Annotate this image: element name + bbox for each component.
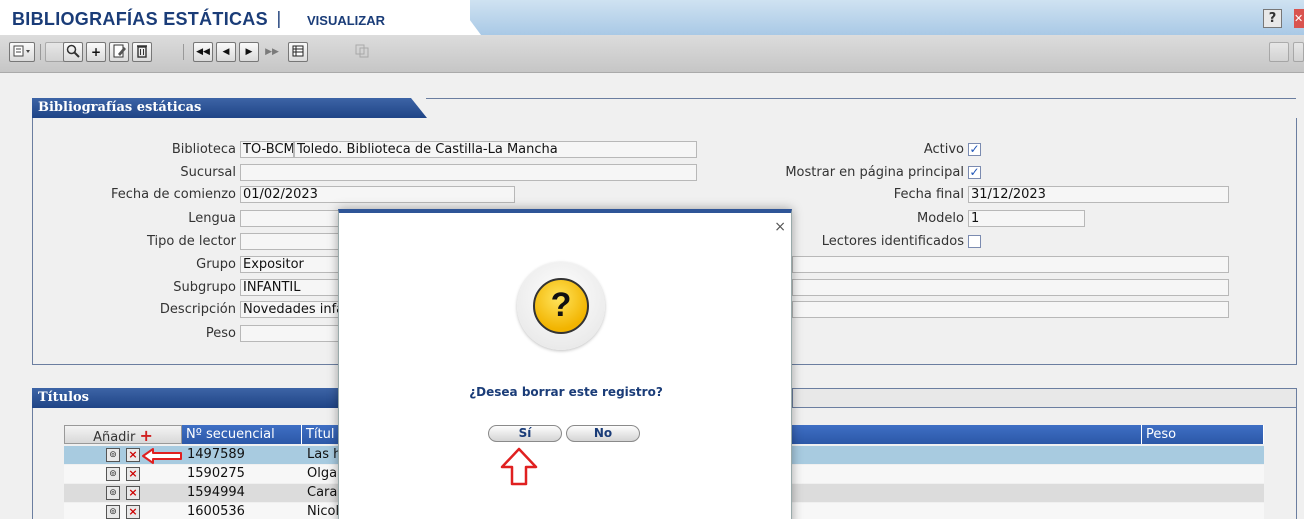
tipo-lector-field[interactable] — [240, 233, 340, 250]
app-header: BIBLIOGRAFÍAS ESTÁTICAS | VISUALIZAR ? ✕ — [0, 0, 1304, 35]
header-decoration — [455, 0, 1304, 35]
column-header-secuencial[interactable]: Nº secuencial — [182, 425, 302, 444]
row-secuencial: 1590275 — [187, 466, 245, 481]
edit-icon[interactable] — [109, 42, 129, 62]
dialog-message: ¿Desea borrar este registro? — [469, 385, 663, 399]
label-descripcion: Descripción — [159, 302, 236, 317]
biblioteca-code-field[interactable]: TO-BCM — [240, 141, 294, 158]
grid-view-icon[interactable] — [288, 42, 308, 62]
question-mark-glyph: ? — [533, 278, 589, 334]
window-close-button[interactable]: ✕ — [1294, 9, 1304, 28]
add-plus-icon[interactable]: + — [140, 426, 153, 445]
mostrar-pagina-checkbox[interactable]: ✓ — [968, 166, 981, 179]
row-secuencial: 1600536 — [187, 504, 245, 519]
title-area: BIBLIOGRAFÍAS ESTÁTICAS | VISUALIZAR — [0, 0, 470, 35]
add-column-header[interactable]: Añadir + — [64, 425, 182, 445]
delete-row-icon[interactable]: × — [126, 505, 140, 519]
annotation-arrow-up-icon — [500, 447, 538, 486]
extra-icon — [1293, 42, 1304, 62]
no-button[interactable]: No — [566, 425, 640, 442]
panel-title-bibliografias: Bibliografías estáticas — [32, 98, 427, 118]
label-lengua: Lengua — [188, 211, 236, 226]
row-secuencial: 1594994 — [187, 485, 245, 500]
titulos-header-bar — [792, 388, 1297, 408]
delete-icon[interactable] — [132, 42, 152, 62]
fecha-comienzo-field[interactable]: 01/02/2023 — [240, 186, 515, 203]
label-grupo: Grupo — [196, 257, 236, 272]
label-activo: Activo — [923, 142, 964, 157]
peso-field[interactable] — [240, 325, 340, 342]
search-icon[interactable] — [63, 42, 83, 62]
blank-button — [45, 42, 65, 62]
label-mostrar-pagina: Mostrar en página principal — [785, 165, 964, 180]
subgrupo-field[interactable]: INFANTIL — [240, 279, 340, 296]
help-button[interactable]: ? — [1263, 9, 1282, 28]
lengua-field[interactable] — [240, 210, 340, 227]
subgrupo-extra-field[interactable] — [792, 279, 1229, 296]
toolbar: + ◀◀ ◀ ▶ ▶▶ — [0, 35, 1304, 73]
view-link-icon[interactable]: ⊚ — [106, 505, 120, 519]
page-mode: VISUALIZAR — [307, 13, 385, 28]
row-secuencial: 1497589 — [187, 447, 245, 462]
delete-row-icon[interactable]: × — [126, 448, 140, 462]
fecha-final-field[interactable]: 31/12/2023 — [968, 186, 1229, 203]
lectores-identificados-checkbox[interactable] — [968, 235, 981, 248]
label-modelo: Modelo — [917, 211, 964, 226]
label-peso: Peso — [205, 326, 236, 341]
export-icon — [1269, 42, 1289, 62]
label-lectores-identificados: Lectores identificados — [821, 234, 964, 249]
biblioteca-name-field[interactable]: Toledo. Biblioteca de Castilla-La Mancha — [294, 141, 697, 158]
first-record-icon[interactable]: ◀◀ — [193, 42, 213, 62]
sucursal-field[interactable] — [240, 164, 697, 181]
add-icon[interactable]: + — [86, 42, 106, 62]
dialog-close-icon[interactable]: × — [774, 219, 786, 235]
label-sucursal: Sucursal — [180, 165, 236, 180]
modelo-field[interactable]: 1 — [968, 210, 1085, 227]
label-tipo-lector: Tipo de lector — [146, 234, 236, 249]
label-fecha-comienzo: Fecha de comienzo — [110, 187, 236, 202]
yes-button[interactable]: Sí — [488, 425, 562, 442]
title-separator: | — [276, 9, 282, 29]
view-link-icon[interactable]: ⊚ — [106, 448, 120, 462]
previous-record-icon[interactable]: ◀ — [216, 42, 236, 62]
view-link-icon[interactable]: ⊚ — [106, 467, 120, 481]
panel-top-border — [426, 98, 1296, 99]
list-menu-icon[interactable] — [9, 42, 35, 62]
delete-row-icon[interactable]: × — [126, 467, 140, 481]
grupo-field[interactable]: Expositor — [240, 256, 340, 273]
question-icon: ? — [517, 262, 605, 350]
label-biblioteca: Biblioteca — [171, 142, 236, 157]
label-subgrupo: Subgrupo — [173, 280, 236, 295]
next-record-icon[interactable]: ▶ — [239, 42, 259, 62]
last-record-icon: ▶▶ — [265, 47, 279, 57]
copy-icon — [352, 42, 372, 62]
add-label[interactable]: Añadir — [93, 430, 135, 445]
column-header-peso[interactable]: Peso — [1142, 425, 1264, 444]
annotation-arrow-left-icon — [142, 448, 182, 464]
page-title: BIBLIOGRAFÍAS ESTÁTICAS — [12, 9, 268, 29]
view-link-icon[interactable]: ⊚ — [106, 486, 120, 500]
delete-row-icon[interactable]: × — [126, 486, 140, 500]
grupo-extra-field[interactable] — [792, 256, 1229, 273]
activo-checkbox[interactable]: ✓ — [968, 143, 981, 156]
label-fecha-final: Fecha final — [893, 187, 964, 202]
confirm-dialog: × ? ¿Desea borrar este registro? Sí No — [338, 209, 792, 519]
descripcion-field[interactable]: Novedades infa — [240, 301, 340, 318]
descripcion-extra-field[interactable] — [792, 301, 1229, 318]
